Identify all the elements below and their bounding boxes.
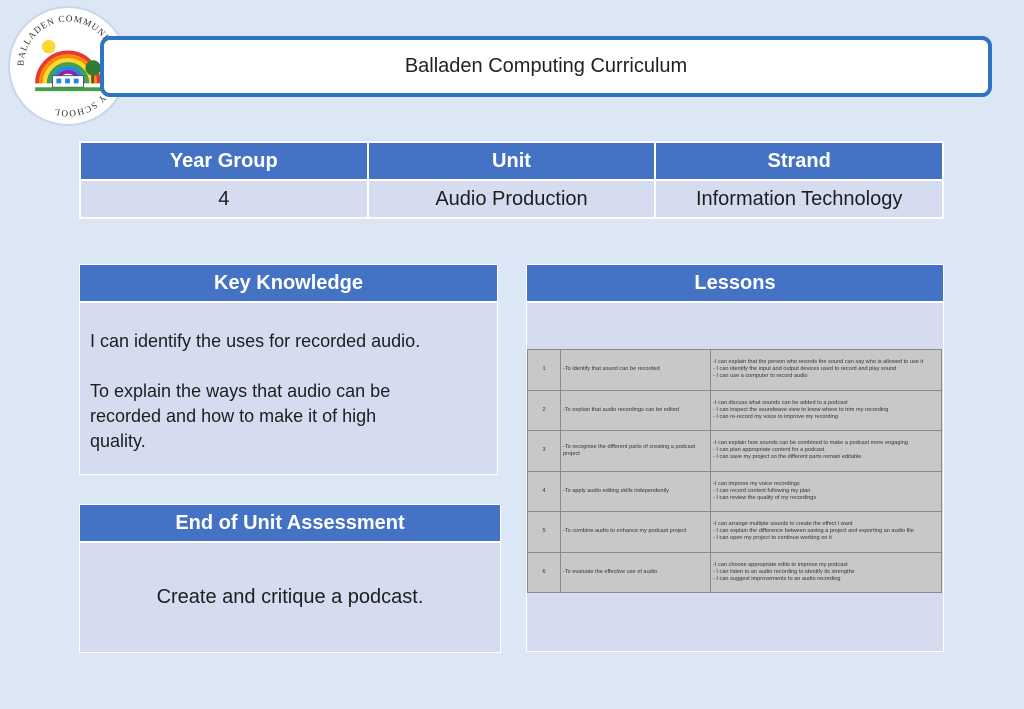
key-knowledge-body: I can identify the uses for recorded aud… [79,302,498,475]
lesson-criterion: - I can save my project so the different… [713,454,862,461]
lesson-objective: -To explain that audio recordings can be… [560,389,711,431]
lesson-objective: -To recognise the different parts of cre… [560,430,711,472]
assessment-panel: End of Unit Assessment Create and critiq… [79,504,501,653]
lesson-criterion: - I can record content following my plan [713,487,811,494]
key-knowledge-heading: Key Knowledge [79,264,498,302]
lesson-criteria: -I can discuss what sounds can be added … [710,389,942,431]
lesson-criterion: - I can identify the input and output de… [713,366,897,373]
sun-icon [41,39,56,54]
lesson-number: 5 [527,511,561,553]
key-knowledge-item: To explain the ways that audio can be re… [90,381,391,451]
lesson-number: 6 [527,551,561,593]
lesson-row: 5 -To combine audio to enhance my podcast… [527,511,942,553]
lesson-number: 4 [527,470,561,512]
lessons-body: 1 -To identify that sound can be recorded… [526,302,944,652]
lesson-number: 3 [527,430,561,472]
assessment-body: Create and critique a podcast. [79,542,501,653]
lesson-criterion: -I can explain how sounds can be combine… [713,440,908,447]
lesson-row: 6 -To evaluate the effective use of audio… [527,551,942,593]
lesson-criterion: - I can review the quality of my recordi… [713,494,817,501]
lesson-objective: -To evaluate the effective use of audio [560,551,711,593]
lesson-criteria: -I can explain that the person who recor… [710,349,942,391]
unit-info-value-row: 4 Audio Production Information Technolog… [79,179,944,219]
page-title: Balladen Computing Curriculum [404,55,688,77]
lesson-objective: -To identify that sound can be recorded [560,349,711,391]
lesson-criterion: -I can arrange multiple sounds to create… [713,521,853,528]
lesson-criterion: -I can improve my voice recordings [713,480,800,487]
lesson-criteria: -I can choose appropriate edits to impro… [710,551,942,593]
value-strand: Information Technology [654,179,944,219]
grass-strip [35,87,101,92]
school-building-icon [52,75,84,88]
header-unit: Unit [366,141,657,181]
lesson-criterion: - I can listen to an audio recording to … [713,568,855,575]
lesson-row: 1 -To identify that sound can be recorded… [527,349,942,391]
lesson-row: 2 -To explain that audio recordings can b… [527,389,942,431]
lesson-criteria: -I can explain how sounds can be combine… [710,430,942,472]
unit-info-header-row: Year Group Unit Strand [79,141,944,181]
lesson-criterion: -I can explain that the person who recor… [713,359,924,366]
lesson-criteria: -I can arrange multiple sounds to create… [710,511,942,553]
lessons-table: 1 -To identify that sound can be recorded… [527,349,942,593]
key-knowledge-panel: Key Knowledge I can identify the uses fo… [79,264,498,475]
header-year-group: Year Group [79,141,369,181]
lesson-row: 3 -To recognise the different parts of cr… [527,430,942,472]
title-bar: Balladen Computing Curriculum [100,36,992,97]
lesson-row: 4 -To apply audio editing skills independ… [527,470,942,512]
unit-info-table: Year Group Unit Strand 4 Audio Productio… [79,141,944,219]
lesson-criterion: - I can open my project to continue work… [713,535,832,542]
value-year-group: 4 [79,179,369,219]
header-strand: Strand [654,141,944,181]
lesson-criterion: - I can suggest improvements to an audio… [713,575,841,582]
lesson-objective: -To combine audio to enhance my podcast … [560,511,711,553]
lessons-panel: Lessons 1 -To identify that sound can be … [526,264,944,652]
lesson-criterion: - I can use a computer to record audio [713,373,808,380]
lesson-number: 1 [527,349,561,391]
lesson-criterion: - I can plan appropriate content for a p… [713,447,825,454]
lesson-criterion: - I can re-record my voice to improve my… [713,413,838,420]
lesson-criterion: -I can discuss what sounds can be added … [713,399,848,406]
lesson-number: 2 [527,389,561,431]
lesson-criteria: -I can improve my voice recordings - I ca… [710,470,942,512]
value-unit: Audio Production [366,179,657,219]
assessment-heading: End of Unit Assessment [79,504,501,542]
lesson-criterion: -I can choose appropriate edits to impro… [713,561,848,568]
lesson-criterion: - I can inspect the soundwave view to kn… [713,406,889,413]
key-knowledge-item: I can identify the uses for recorded aud… [90,331,421,351]
assessment-text: Create and critique a podcast. [156,586,424,608]
lesson-objective: -To apply audio editing skills independe… [560,470,711,512]
lesson-criterion: - I can explain the difference between s… [713,528,914,535]
lessons-heading: Lessons [526,264,944,302]
